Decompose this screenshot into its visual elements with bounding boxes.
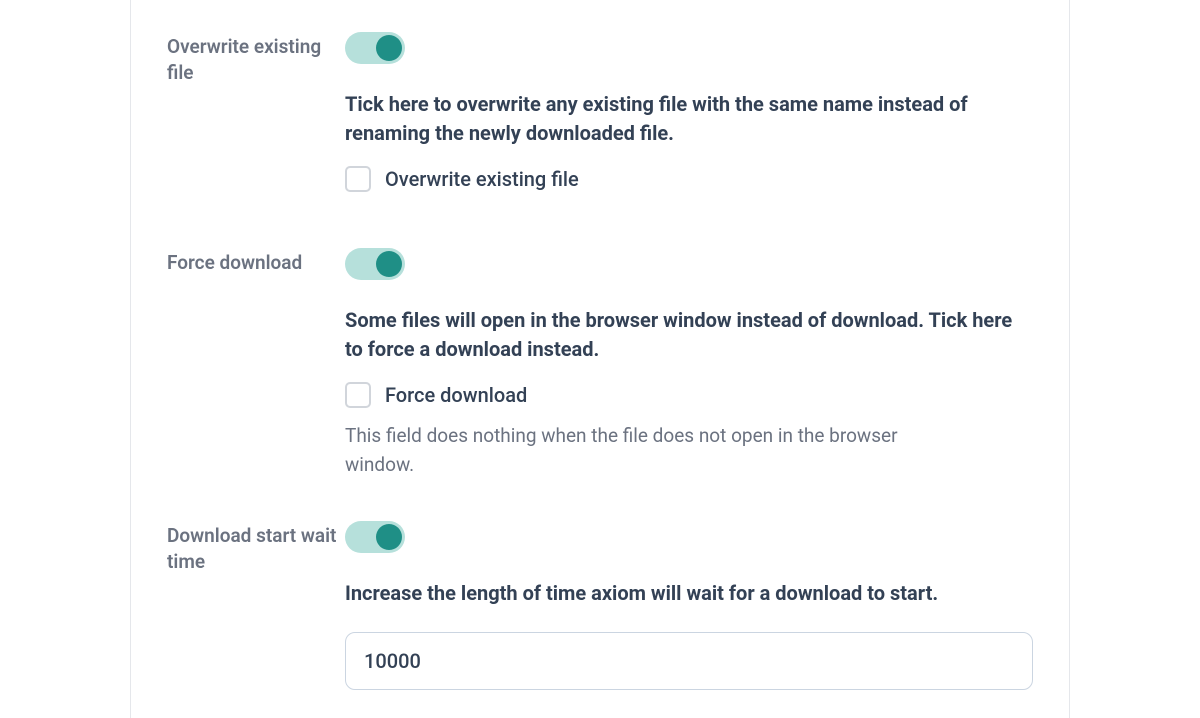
setting-wait-time-title: Download start wait time bbox=[167, 521, 345, 574]
settings-panel: Overwrite existing file Tick here to ove… bbox=[130, 0, 1070, 718]
force-download-hint: This field does nothing when the file do… bbox=[345, 422, 945, 479]
overwrite-description: Tick here to overwrite any existing file… bbox=[345, 90, 1033, 148]
wait-time-toggle[interactable] bbox=[345, 521, 405, 553]
setting-overwrite: Overwrite existing file Tick here to ove… bbox=[167, 32, 1033, 206]
toggle-knob-icon bbox=[376, 35, 402, 61]
toggle-knob-icon bbox=[376, 251, 402, 277]
overwrite-toggle[interactable] bbox=[345, 32, 405, 64]
setting-overwrite-body: Tick here to overwrite any existing file… bbox=[345, 32, 1033, 206]
force-download-checkbox-row: Force download bbox=[345, 382, 1033, 408]
force-download-checkbox[interactable] bbox=[345, 382, 371, 408]
wait-time-description: Increase the length of time axiom will w… bbox=[345, 579, 1033, 608]
force-download-description: Some files will open in the browser wind… bbox=[345, 306, 1033, 364]
force-download-toggle[interactable] bbox=[345, 248, 405, 280]
force-download-checkbox-label: Force download bbox=[385, 383, 527, 407]
overwrite-checkbox-label: Overwrite existing file bbox=[385, 167, 579, 191]
setting-wait-time: Download start wait time Increase the le… bbox=[167, 521, 1033, 690]
setting-force-download: Force download Some files will open in t… bbox=[167, 248, 1033, 479]
overwrite-checkbox[interactable] bbox=[345, 166, 371, 192]
setting-force-download-body: Some files will open in the browser wind… bbox=[345, 248, 1033, 479]
overwrite-checkbox-row: Overwrite existing file bbox=[345, 166, 1033, 192]
setting-overwrite-title: Overwrite existing file bbox=[167, 32, 345, 85]
setting-force-download-title: Force download bbox=[167, 248, 345, 276]
wait-time-input[interactable] bbox=[345, 632, 1033, 690]
toggle-knob-icon bbox=[376, 524, 402, 550]
setting-wait-time-body: Increase the length of time axiom will w… bbox=[345, 521, 1033, 690]
